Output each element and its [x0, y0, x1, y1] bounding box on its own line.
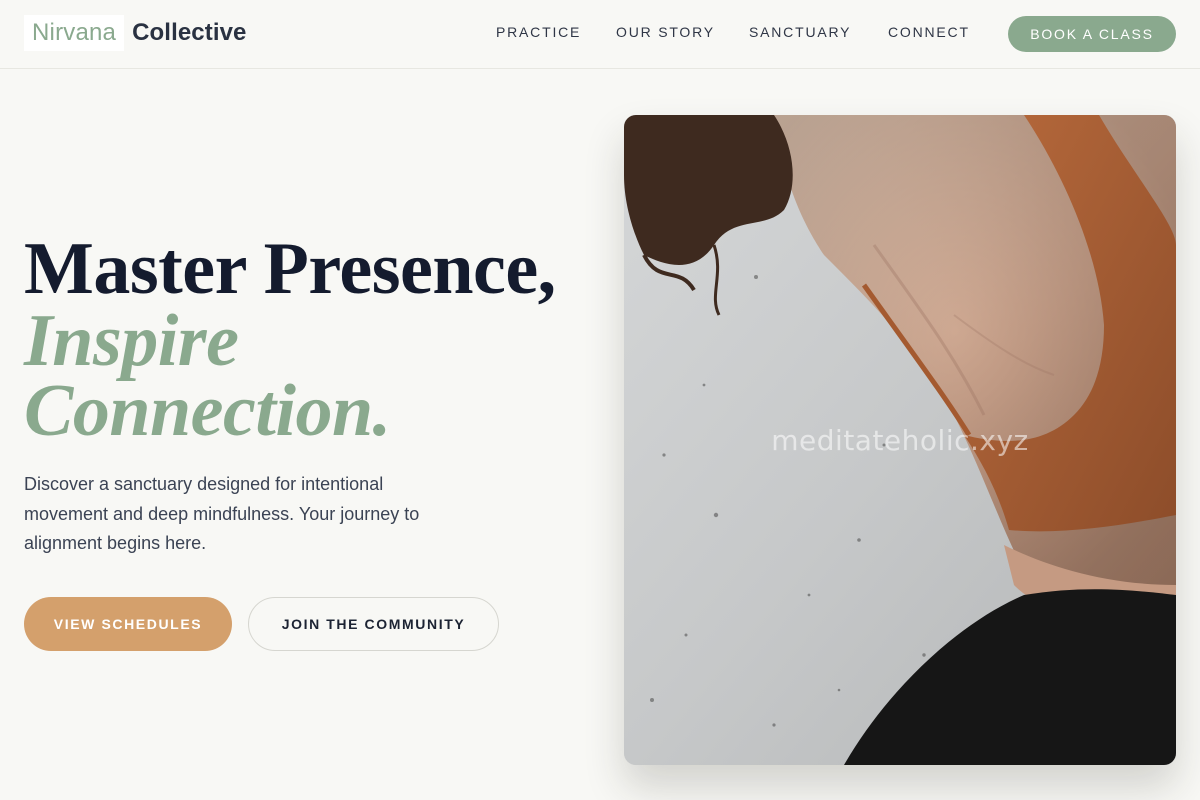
brand-name-primary: Nirvana — [24, 15, 125, 51]
headline-line-master-presence: Master Presence, — [24, 228, 556, 310]
join-community-button[interactable]: JOIN THE COMMUNITY — [248, 597, 499, 651]
book-class-button[interactable]: BOOK A CLASS — [1008, 16, 1176, 52]
brand-logo[interactable]: Nirvana Collective — [24, 15, 247, 51]
headline-line-connection: Connection. — [24, 370, 391, 452]
nav-link-connect[interactable]: CONNECT — [888, 24, 970, 40]
hero-intro-text: Discover a sanctuary designed for intent… — [24, 474, 420, 553]
site-header: Nirvana Collective PRACTICE OUR STORY SA… — [0, 0, 1200, 69]
nav-link-our-story[interactable]: OUR STORY — [616, 24, 715, 40]
brand-name-secondary: Collective — [132, 19, 247, 46]
view-schedules-button[interactable]: VIEW SCHEDULES — [24, 597, 232, 651]
hero-headline: Master Presence, Inspire Connection. — [24, 228, 604, 452]
hero-photo: meditateholic.xyz — [624, 115, 1176, 765]
headline-line-inspire: Inspire — [24, 300, 239, 382]
image-watermark: meditateholic.xyz — [771, 424, 1029, 457]
nav-link-practice[interactable]: PRACTICE — [496, 24, 581, 40]
nav-link-sanctuary[interactable]: SANCTUARY — [749, 24, 851, 40]
